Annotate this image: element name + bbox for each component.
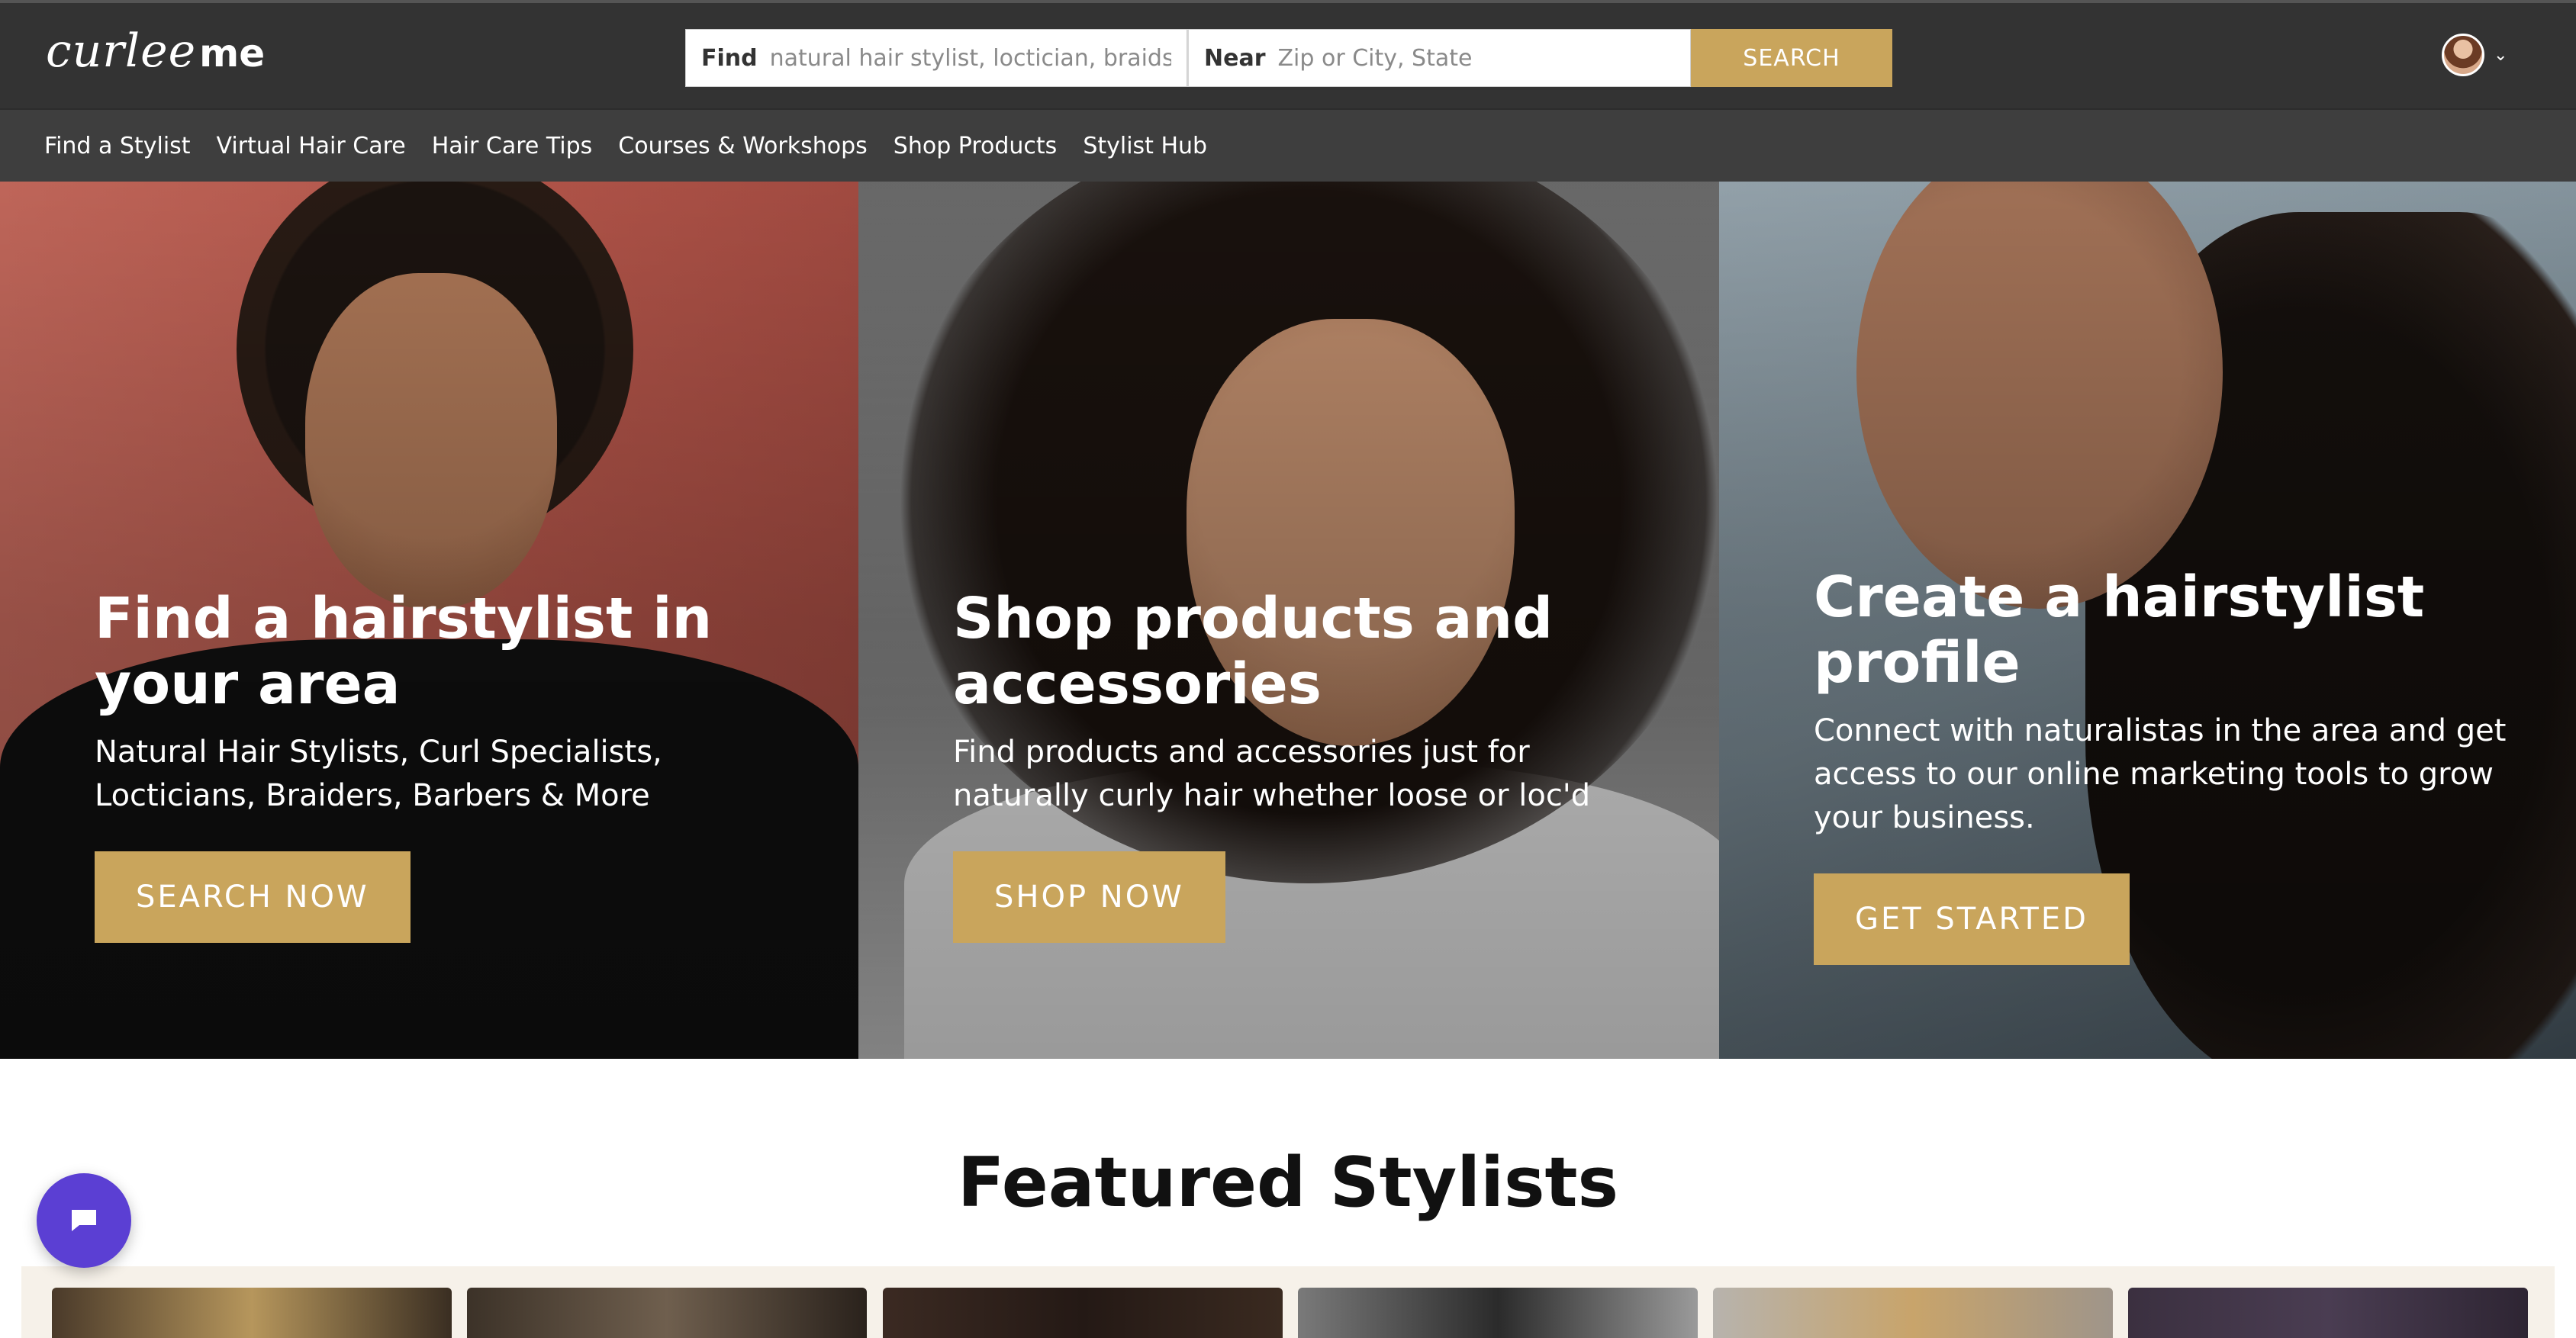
nav-item-stylist-hub[interactable]: Stylist Hub (1083, 133, 1207, 159)
stylist-card[interactable] (883, 1288, 1283, 1338)
logo[interactable]: curlee me (46, 24, 265, 93)
near-field[interactable]: Near (1187, 29, 1691, 87)
nav-item-shop-products[interactable]: Shop Products (894, 133, 1058, 159)
find-input[interactable] (769, 44, 1171, 72)
get-started-button[interactable]: GET STARTED (1814, 873, 2130, 965)
chevron-down-icon[interactable]: ⌄ (2494, 46, 2507, 65)
nav-item-hair-care-tips[interactable]: Hair Care Tips (432, 133, 593, 159)
hero-subtitle: Connect with naturalistas in the area an… (1814, 713, 2507, 835)
featured-stylists-heading: Featured Stylists (957, 1143, 1619, 1223)
main-nav: Find a Stylist Virtual Hair Care Hair Ca… (0, 108, 2576, 182)
shop-now-button[interactable]: SHOP NOW (953, 851, 1225, 943)
stylist-card[interactable] (1298, 1288, 1698, 1338)
account-menu[interactable]: ⌄ (2442, 34, 2507, 76)
stylist-card[interactable] (2128, 1288, 2528, 1338)
logo-script-text: curlee (46, 24, 197, 78)
hero-panel-find-stylist: Find a hairstylist in your area Natural … (0, 182, 858, 1059)
near-label: Near (1204, 44, 1266, 72)
hero-subtitle: Find products and accessories just for n… (953, 735, 1591, 813)
search-bar: Find Near SEARCH (685, 29, 1892, 87)
near-input[interactable] (1277, 44, 1675, 72)
stylist-card[interactable] (52, 1288, 452, 1338)
chat-launcher-button[interactable] (37, 1173, 131, 1268)
nav-item-find-a-stylist[interactable]: Find a Stylist (44, 133, 191, 159)
stylist-card[interactable] (1713, 1288, 2113, 1338)
hero-title: Create a hairstylist profile (1814, 564, 2425, 696)
hero-panel-content: Create a hairstylist profile Connect wit… (1814, 564, 2539, 965)
search-button[interactable]: SEARCH (1691, 29, 1892, 87)
nav-item-courses-workshops[interactable]: Courses & Workshops (618, 133, 867, 159)
find-field[interactable]: Find (685, 29, 1187, 87)
hero-panel-content: Find a hairstylist in your area Natural … (95, 586, 781, 943)
find-label: Find (701, 44, 758, 72)
hero-title: Find a hairstylist in your area (95, 586, 713, 717)
nav-item-virtual-hair-care[interactable]: Virtual Hair Care (217, 133, 406, 159)
hero-section: Find a hairstylist in your area Natural … (0, 182, 2576, 1059)
chat-bubble-icon (72, 1210, 96, 1231)
search-now-button[interactable]: SEARCH NOW (95, 851, 411, 943)
user-avatar[interactable] (2442, 34, 2484, 76)
hero-subtitle: Natural Hair Stylists, Curl Specialists,… (95, 735, 662, 813)
top-header: curlee me Find Near SEARCH ⌄ (0, 0, 2576, 108)
hero-panel-content: Shop products and accessories Find produ… (953, 586, 1640, 943)
hero-panel-shop-products: Shop products and accessories Find produ… (858, 182, 1719, 1059)
logo-bold-text: me (199, 31, 266, 76)
hero-panel-create-profile: Create a hairstylist profile Connect wit… (1719, 182, 2576, 1059)
hero-title: Shop products and accessories (953, 586, 1554, 717)
stylist-card[interactable] (467, 1288, 867, 1338)
